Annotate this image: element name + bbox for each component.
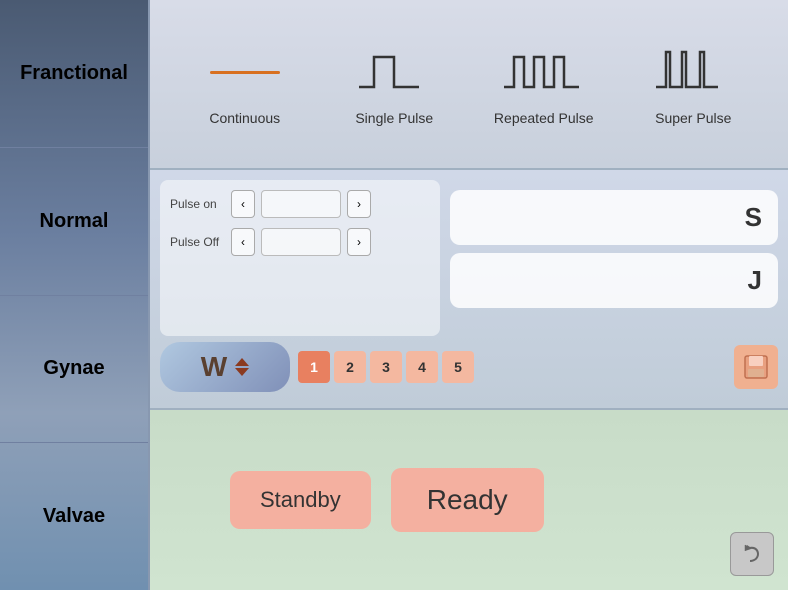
w-up-arrow[interactable] <box>235 358 249 366</box>
pulse-on-value <box>261 190 341 218</box>
pulse-off-left-btn[interactable]: ‹ <box>231 228 255 256</box>
sidebar-item-normal[interactable]: Normal <box>0 148 148 296</box>
s-box: S <box>450 190 778 245</box>
w-arrows <box>235 358 249 376</box>
w-label: W <box>201 351 227 383</box>
super-pulse-label: Super Pulse <box>655 110 731 126</box>
num-btn-1[interactable]: 1 <box>298 351 330 383</box>
waveform-single-pulse[interactable]: Single Pulse <box>324 42 464 126</box>
pulse-on-label: Pulse on <box>170 197 225 211</box>
waveform-continuous[interactable]: Continuous <box>175 42 315 126</box>
pulse-on-right-btn[interactable]: › <box>347 190 371 218</box>
sidebar-label-normal: Normal <box>40 210 109 233</box>
main-content: Continuous Single Pulse Repeated Pulse <box>150 0 788 590</box>
middle-section: Pulse on ‹ › Pulse Off ‹ › S <box>150 170 788 410</box>
j-label: J <box>748 265 762 296</box>
pulse-on-left-btn[interactable]: ‹ <box>231 190 255 218</box>
save-icon <box>742 353 770 381</box>
bottom-section: Standby Ready <box>150 410 788 590</box>
sj-section: S J <box>450 180 778 336</box>
num-btn-5[interactable]: 5 <box>442 351 474 383</box>
repeated-pulse-label: Repeated Pulse <box>494 110 594 126</box>
pulse-off-row: Pulse Off ‹ › <box>170 228 430 256</box>
middle-bottom-row: W 1 2 3 4 5 <box>160 336 778 398</box>
s-label: S <box>745 202 762 233</box>
j-box: J <box>450 253 778 308</box>
sidebar: Franctional Normal Gynae Valvae <box>0 0 150 590</box>
continuous-label: Continuous <box>209 110 280 126</box>
standby-button[interactable]: Standby <box>230 471 371 529</box>
pulse-off-right-btn[interactable]: › <box>347 228 371 256</box>
sidebar-item-gynae[interactable]: Gynae <box>0 296 148 444</box>
single-pulse-icon <box>344 42 444 102</box>
num-btn-4[interactable]: 4 <box>406 351 438 383</box>
num-btn-2[interactable]: 2 <box>334 351 366 383</box>
pulse-off-value <box>261 228 341 256</box>
single-pulse-label: Single Pulse <box>355 110 433 126</box>
w-control[interactable]: W <box>160 342 290 392</box>
pulse-controls: Pulse on ‹ › Pulse Off ‹ › <box>160 180 440 336</box>
sidebar-label-franctional: Franctional <box>20 62 128 85</box>
repeated-pulse-icon <box>494 42 594 102</box>
middle-top: Pulse on ‹ › Pulse Off ‹ › S <box>160 180 778 336</box>
number-buttons: 1 2 3 4 5 <box>298 351 474 383</box>
continuous-icon <box>195 42 295 102</box>
pulse-off-label: Pulse Off <box>170 235 225 249</box>
waveform-repeated-pulse[interactable]: Repeated Pulse <box>474 42 614 126</box>
sidebar-item-valvae[interactable]: Valvae <box>0 443 148 590</box>
waveform-section: Continuous Single Pulse Repeated Pulse <box>150 0 788 170</box>
pulse-on-row: Pulse on ‹ › <box>170 190 430 218</box>
num-btn-3[interactable]: 3 <box>370 351 402 383</box>
back-icon <box>739 541 765 567</box>
sidebar-label-gynae: Gynae <box>43 357 104 380</box>
ready-button[interactable]: Ready <box>391 468 544 532</box>
waveform-super-pulse[interactable]: Super Pulse <box>623 42 763 126</box>
super-pulse-icon <box>643 42 743 102</box>
back-button[interactable] <box>730 532 774 576</box>
sidebar-label-valvae: Valvae <box>43 505 105 528</box>
w-down-arrow[interactable] <box>235 368 249 376</box>
sidebar-item-franctional[interactable]: Franctional <box>0 0 148 148</box>
save-button[interactable] <box>734 345 778 389</box>
